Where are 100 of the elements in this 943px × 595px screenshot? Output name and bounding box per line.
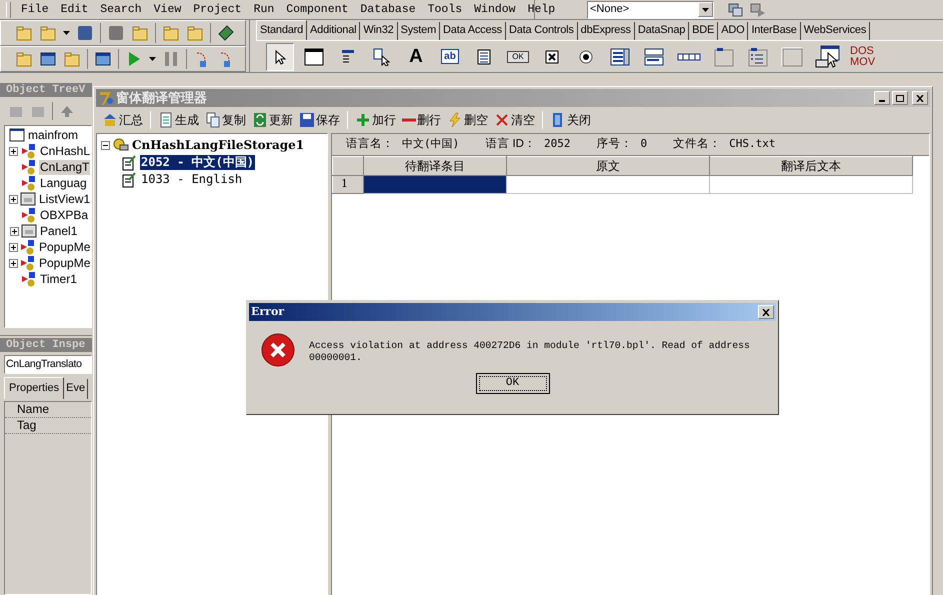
toolbar-button[interactable]: 删行 <box>400 109 443 131</box>
column-header[interactable]: 待翻译条目 <box>364 156 506 176</box>
menu-item[interactable]: Help <box>528 0 556 18</box>
close-icon <box>762 308 770 316</box>
component-icon <box>21 207 37 223</box>
palette-tab[interactable]: Standard <box>256 20 308 40</box>
tree-item[interactable]: ListView1 <box>38 192 92 206</box>
grid-cell[interactable] <box>364 176 506 194</box>
palette-component-button[interactable]: ab <box>436 42 464 70</box>
palette-component-button[interactable]: A <box>402 42 430 70</box>
palette-tab[interactable]: WebServices <box>800 22 870 40</box>
palette-component-button[interactable]: OK <box>504 42 532 70</box>
expand-box-icon[interactable] <box>9 194 18 204</box>
language-item[interactable]: 2052 - 中文(中国) <box>140 155 256 170</box>
palette-tab[interactable]: Additional <box>307 22 360 40</box>
tree-item[interactable]: Languag <box>39 176 88 190</box>
property-name: Tag <box>5 418 91 434</box>
grid-corner <box>332 156 364 176</box>
menu-item[interactable]: Project <box>193 0 242 18</box>
component-icon <box>20 255 36 271</box>
component-icon <box>21 271 37 287</box>
bank-icon <box>102 112 118 128</box>
toolbar-button[interactable]: 汇总 <box>100 109 145 131</box>
toolbar-button[interactable]: 保存 <box>297 109 342 131</box>
ok-button[interactable]: OK <box>476 373 550 394</box>
tree-item[interactable]: Timer1 <box>39 272 78 286</box>
info-label: 语言 ID： <box>485 136 536 152</box>
tree-item[interactable]: mainfrom <box>27 128 80 142</box>
palette-tab[interactable]: ADO <box>718 22 748 40</box>
error-message: Access violation at address 400272D6 in module 'rtl70.bpl'. Read of address 00000001. <box>309 339 751 365</box>
menu-icon <box>340 48 356 64</box>
form-icon[interactable] <box>94 50 112 68</box>
tree-root-label[interactable]: CnHashLangFileStorage1 <box>132 136 304 154</box>
menu-item[interactable]: Edit <box>60 0 88 18</box>
info-value: 2052 <box>544 136 570 152</box>
frame-icon <box>304 48 324 66</box>
groupbox-icon <box>714 46 734 66</box>
palette-tab[interactable]: dbExpress <box>578 22 635 40</box>
palette-component-button[interactable] <box>266 42 294 70</box>
info-label: 序号： <box>596 136 632 152</box>
expand-box-icon[interactable] <box>10 226 18 236</box>
caret-icon[interactable] <box>149 57 156 61</box>
tree-item[interactable]: OBXPBa <box>39 208 90 222</box>
error-icon <box>261 333 295 367</box>
note-pencil-icon <box>121 154 137 170</box>
info-value: CHS.txt <box>729 136 776 152</box>
tree-item[interactable]: Panel1 <box>39 224 78 238</box>
expand-box-icon[interactable] <box>9 146 18 156</box>
tree-item[interactable]: PopupMe <box>38 240 92 254</box>
expand-box-icon[interactable] <box>9 242 18 252</box>
grid-cell[interactable] <box>710 176 912 194</box>
caret-icon[interactable] <box>63 31 70 35</box>
close-button[interactable] <box>758 305 774 319</box>
column-header[interactable]: 原文 <box>506 156 710 176</box>
menu-item[interactable]: Component <box>286 0 348 18</box>
listbox-icon <box>610 48 630 66</box>
scrollbar-icon <box>677 52 701 62</box>
menu-item[interactable]: Tools <box>428 0 462 18</box>
column-header[interactable]: 翻译后文本 <box>710 156 912 176</box>
memo-icon <box>476 48 492 64</box>
palette-tab[interactable]: Win32 <box>360 22 398 40</box>
menu-item[interactable]: Search <box>100 0 142 18</box>
menu-item[interactable]: Run <box>254 0 274 18</box>
language-item[interactable]: 1033 - English <box>140 172 244 187</box>
menu-item[interactable]: File <box>21 0 49 18</box>
expand-box-icon[interactable] <box>9 258 18 268</box>
block-icon[interactable] <box>107 24 125 42</box>
x-icon <box>494 112 510 128</box>
grid-cell[interactable] <box>506 176 710 194</box>
toolbar-button[interactable]: 复制 <box>203 109 248 131</box>
palette-tab[interactable]: System <box>398 22 440 40</box>
toolbar-button[interactable]: 生成 <box>156 109 201 131</box>
collapse-box-icon[interactable] <box>101 140 110 150</box>
plus-icon <box>355 112 371 128</box>
toolbar-button[interactable]: 清空 <box>492 109 537 131</box>
menu-item[interactable]: Database <box>360 0 416 18</box>
maximize-icon[interactable] <box>896 94 904 102</box>
lightning-icon <box>447 112 463 128</box>
radio-icon <box>578 48 594 64</box>
toolbar-button[interactable]: 加行 <box>353 109 398 131</box>
row-number: 1 <box>332 176 364 194</box>
toolbar-button[interactable]: 更新 <box>250 109 295 131</box>
window-icon <box>21 223 37 239</box>
menu-item[interactable]: Window <box>474 0 516 18</box>
windows-icon[interactable] <box>39 50 57 68</box>
tree-item[interactable]: CnHashL <box>38 144 91 158</box>
toolbar-button[interactable]: 删空 <box>445 109 490 131</box>
checkbox-icon <box>544 48 560 64</box>
toolbar-button[interactable]: 关闭 <box>548 109 593 131</box>
component-caption: DOS MOV <box>850 46 876 68</box>
tree-item[interactable]: CnLangT <box>39 160 90 174</box>
popup-menu-icon <box>372 48 392 66</box>
close-icon[interactable] <box>916 94 924 102</box>
desktop-combo[interactable]: <None> <box>587 0 714 18</box>
menu-item[interactable]: View <box>154 0 182 18</box>
inspector-tab[interactable]: Eve <box>64 379 88 399</box>
component-selector[interactable]: CnLangTranslato <box>4 355 92 374</box>
tree-item[interactable]: PopupMe <box>38 256 92 270</box>
note-pencil-icon <box>121 172 137 188</box>
radiogroup-icon <box>748 46 768 66</box>
